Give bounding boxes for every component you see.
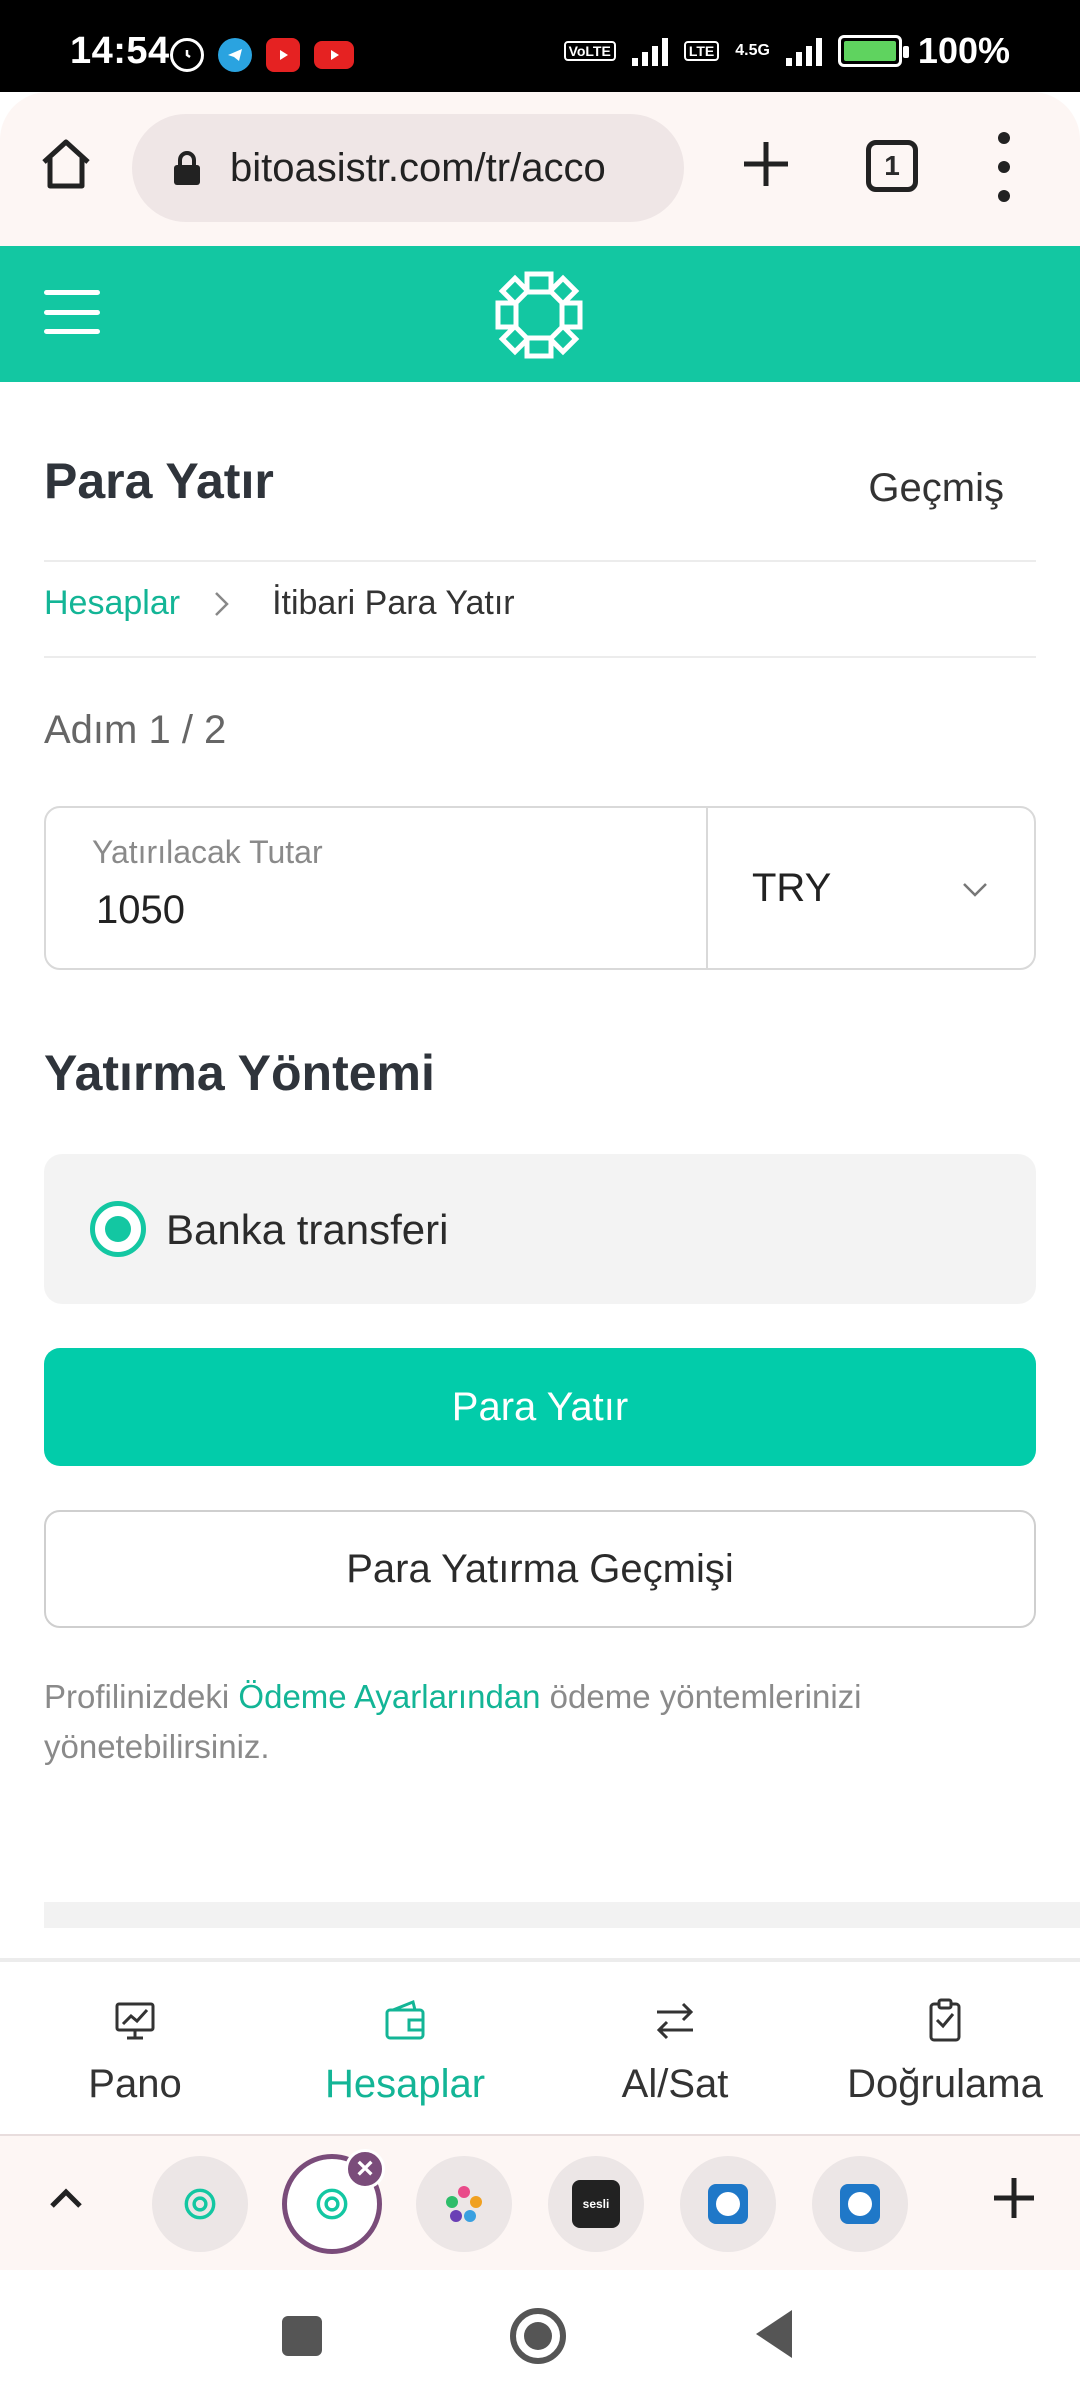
system-navigation-bar [0,2270,1080,2400]
divider [44,560,1036,562]
status-time: 14:54 [70,30,170,72]
home-icon [42,139,90,189]
network-type: 4.5G [735,42,770,59]
tab-sesli-sozluk[interactable]: sesli [548,2156,644,2252]
tab-face-app[interactable] [680,2156,776,2252]
tab-bitoasis[interactable] [152,2156,248,2252]
tab-switcher-button[interactable]: 1 [866,140,918,192]
sesli-sozluk-logo-icon: sesli [572,2180,620,2228]
history-link[interactable]: Geçmiş [868,466,1004,511]
tab-bitoasis-current[interactable]: × [282,2149,385,2254]
currency-value: TRY [752,866,832,910]
browser-tab-strip: × sesli [0,2134,1080,2270]
face-logo-icon [708,2184,748,2224]
system-status: VoLTE LTE 4.5G 100% [563,30,1010,72]
currency-select[interactable]: TRY [708,808,1036,968]
page-title: Para Yatır [44,453,274,509]
nav-item-trade[interactable]: Al/Sat [540,1962,810,2134]
recents-icon[interactable] [282,2316,322,2356]
nav-label: Doğrulama [847,2062,1043,2106]
nav-item-verification[interactable]: Doğrulama [810,1962,1080,2134]
hamburger-menu-icon[interactable] [44,290,100,334]
footer-band [44,1902,1080,1928]
tab-face-app-2[interactable] [812,2156,908,2252]
pinwheel-logo-icon [446,2186,482,2222]
nav-item-accounts[interactable]: Hesaplar [270,1962,540,2134]
wallet-icon [385,1999,425,2040]
nav-label: Al/Sat [621,2062,729,2106]
url-text: bitoasistr.com/tr/acco [230,145,606,190]
more-vertical-icon [998,132,1010,144]
swap-arrows-icon [656,2002,694,2040]
face-logo-icon [840,2184,880,2224]
lock-icon [174,151,200,185]
dashboard-icon [115,2002,155,2040]
divider [44,656,1036,658]
telegram-icon [218,38,252,72]
deposit-button[interactable]: Para Yatır [44,1348,1036,1466]
chevron-down-icon [963,883,987,897]
nav-label: Hesaplar [324,2062,486,2106]
nav-item-dashboard[interactable]: Pano [0,1962,270,2134]
amount-label: Yatırılacak Tutar [92,834,323,870]
home-button[interactable] [36,134,96,194]
breadcrumb-link-accounts[interactable]: Hesaplar [44,584,180,623]
battery-percent: 100% [917,30,1010,71]
payment-settings-note: Profilinizdeki Ödeme Ayarlarından ödeme … [44,1672,1024,1772]
breadcrumb: Hesaplar İtibari Para Yatır [44,584,515,623]
bitoasis-logo-icon [316,2188,348,2220]
note-prefix: Profilinizdeki [44,1678,239,1715]
amount-input[interactable]: 1050 [96,888,185,933]
deposit-history-button[interactable]: Para Yatırma Geçmişi [44,1510,1036,1628]
payment-method-option[interactable]: Banka transferi [44,1154,1036,1304]
tab-colorful-site[interactable] [416,2156,512,2252]
volte-badge-2: LTE [683,41,720,61]
address-bar[interactable]: bitoasistr.com/tr/acco [132,114,684,222]
signal-icon-2 [785,36,822,66]
close-tab-icon[interactable]: × [345,2149,385,2189]
home-circle-icon[interactable] [510,2308,566,2364]
nav-label: Pano [88,2062,182,2106]
bitoasis-logo-icon [184,2188,216,2220]
signal-icon [631,36,668,66]
chevron-up-icon[interactable] [44,2176,88,2220]
site-header [0,246,1080,382]
new-tab-button[interactable] [736,134,796,194]
plus-icon [744,142,788,186]
breadcrumb-current: İtibari Para Yatır [272,584,515,622]
youtube-music-icon [266,38,300,72]
notification-icons [170,38,354,72]
bitoasis-logo-icon[interactable] [494,270,584,360]
chevron-right-icon [215,591,229,616]
youtube-icon [314,41,354,69]
amount-input-group: Yatırılacak Tutar 1050 TRY [44,806,1036,970]
back-triangle-icon[interactable] [756,2310,792,2358]
plus-icon[interactable] [990,2174,1038,2222]
status-bar: 14:54 VoLTE LTE 4.5G 100% [0,0,1080,92]
step-indicator: Adım 1 / 2 [44,708,227,752]
clipboard-check-icon [929,1998,961,2042]
alarm-icon [170,38,204,72]
payment-settings-link[interactable]: Ödeme Ayarlarından [238,1678,540,1715]
method-section-title: Yatırma Yöntemi [44,1045,435,1101]
browser-toolbar: bitoasistr.com/tr/acco 1 [0,90,1080,246]
battery-icon [837,35,909,67]
volte-badge: VoLTE [563,41,616,61]
app-bottom-nav: Pano Hesaplar Al/Sat Doğrulama [0,1962,1080,2134]
payment-method-label: Banka transferi [166,1206,449,1253]
browser-menu-button[interactable] [996,132,1012,202]
tab-count: 1 [884,150,900,181]
radio-selected[interactable] [90,1201,146,1257]
